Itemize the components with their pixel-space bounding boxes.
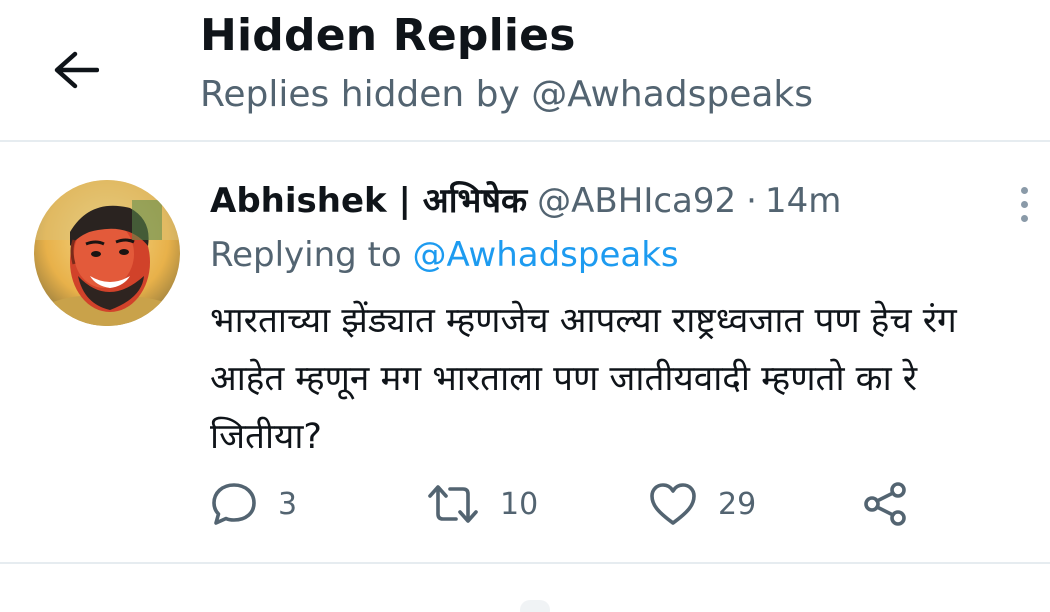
page-title: Hidden Replies	[200, 10, 576, 61]
tweet-actions: 3 10 29	[210, 474, 930, 534]
retweet-count: 10	[500, 486, 539, 522]
replying-to-label: Replying to	[210, 235, 402, 275]
tweet[interactable]: Abhishek | अभिषेक @ABHIca92 · 14m Replyi…	[0, 142, 1050, 562]
reply-count: 3	[278, 486, 298, 522]
tweet-timestamp[interactable]: 14m	[765, 181, 841, 221]
retweet-button[interactable]: 10	[426, 474, 538, 534]
avatar-image	[34, 180, 180, 326]
hidden-replies-screen: Hidden Replies Replies hidden by @Awhads…	[0, 0, 1050, 612]
display-name[interactable]: Abhishek | अभिषेक	[210, 176, 527, 222]
share-icon	[864, 482, 906, 526]
header: Hidden Replies Replies hidden by @Awhads…	[0, 0, 1050, 140]
tweet-text: भारताच्या झेंड्यात म्हणजेच आपल्या राष्ट्…	[210, 301, 957, 457]
tweet-divider	[0, 562, 1050, 564]
replying-to: Replying to @Awhadspeaks	[210, 235, 679, 275]
user-handle[interactable]: @ABHIca92	[537, 181, 736, 221]
avatar[interactable]	[34, 180, 180, 326]
reply-button[interactable]: 3	[210, 474, 297, 534]
tweet-header: Abhishek | अभिषेक @ABHIca92 · 14m	[210, 176, 841, 222]
next-tweet-peek	[520, 600, 550, 612]
back-button[interactable]	[34, 28, 118, 112]
like-button[interactable]: 29	[648, 474, 756, 534]
page-subtitle: Replies hidden by @Awhadspeaks	[200, 74, 814, 115]
more-vertical-icon	[1020, 186, 1028, 222]
heart-icon	[650, 483, 696, 525]
like-count: 29	[718, 486, 757, 522]
share-button[interactable]	[862, 474, 910, 534]
separator-dot: ·	[746, 181, 757, 221]
retweet-icon	[428, 485, 478, 523]
reply-bubble-icon	[212, 483, 256, 525]
more-options-button[interactable]	[1002, 172, 1046, 236]
arrow-left-icon	[54, 51, 99, 89]
replying-to-mention[interactable]: @Awhadspeaks	[413, 235, 679, 275]
